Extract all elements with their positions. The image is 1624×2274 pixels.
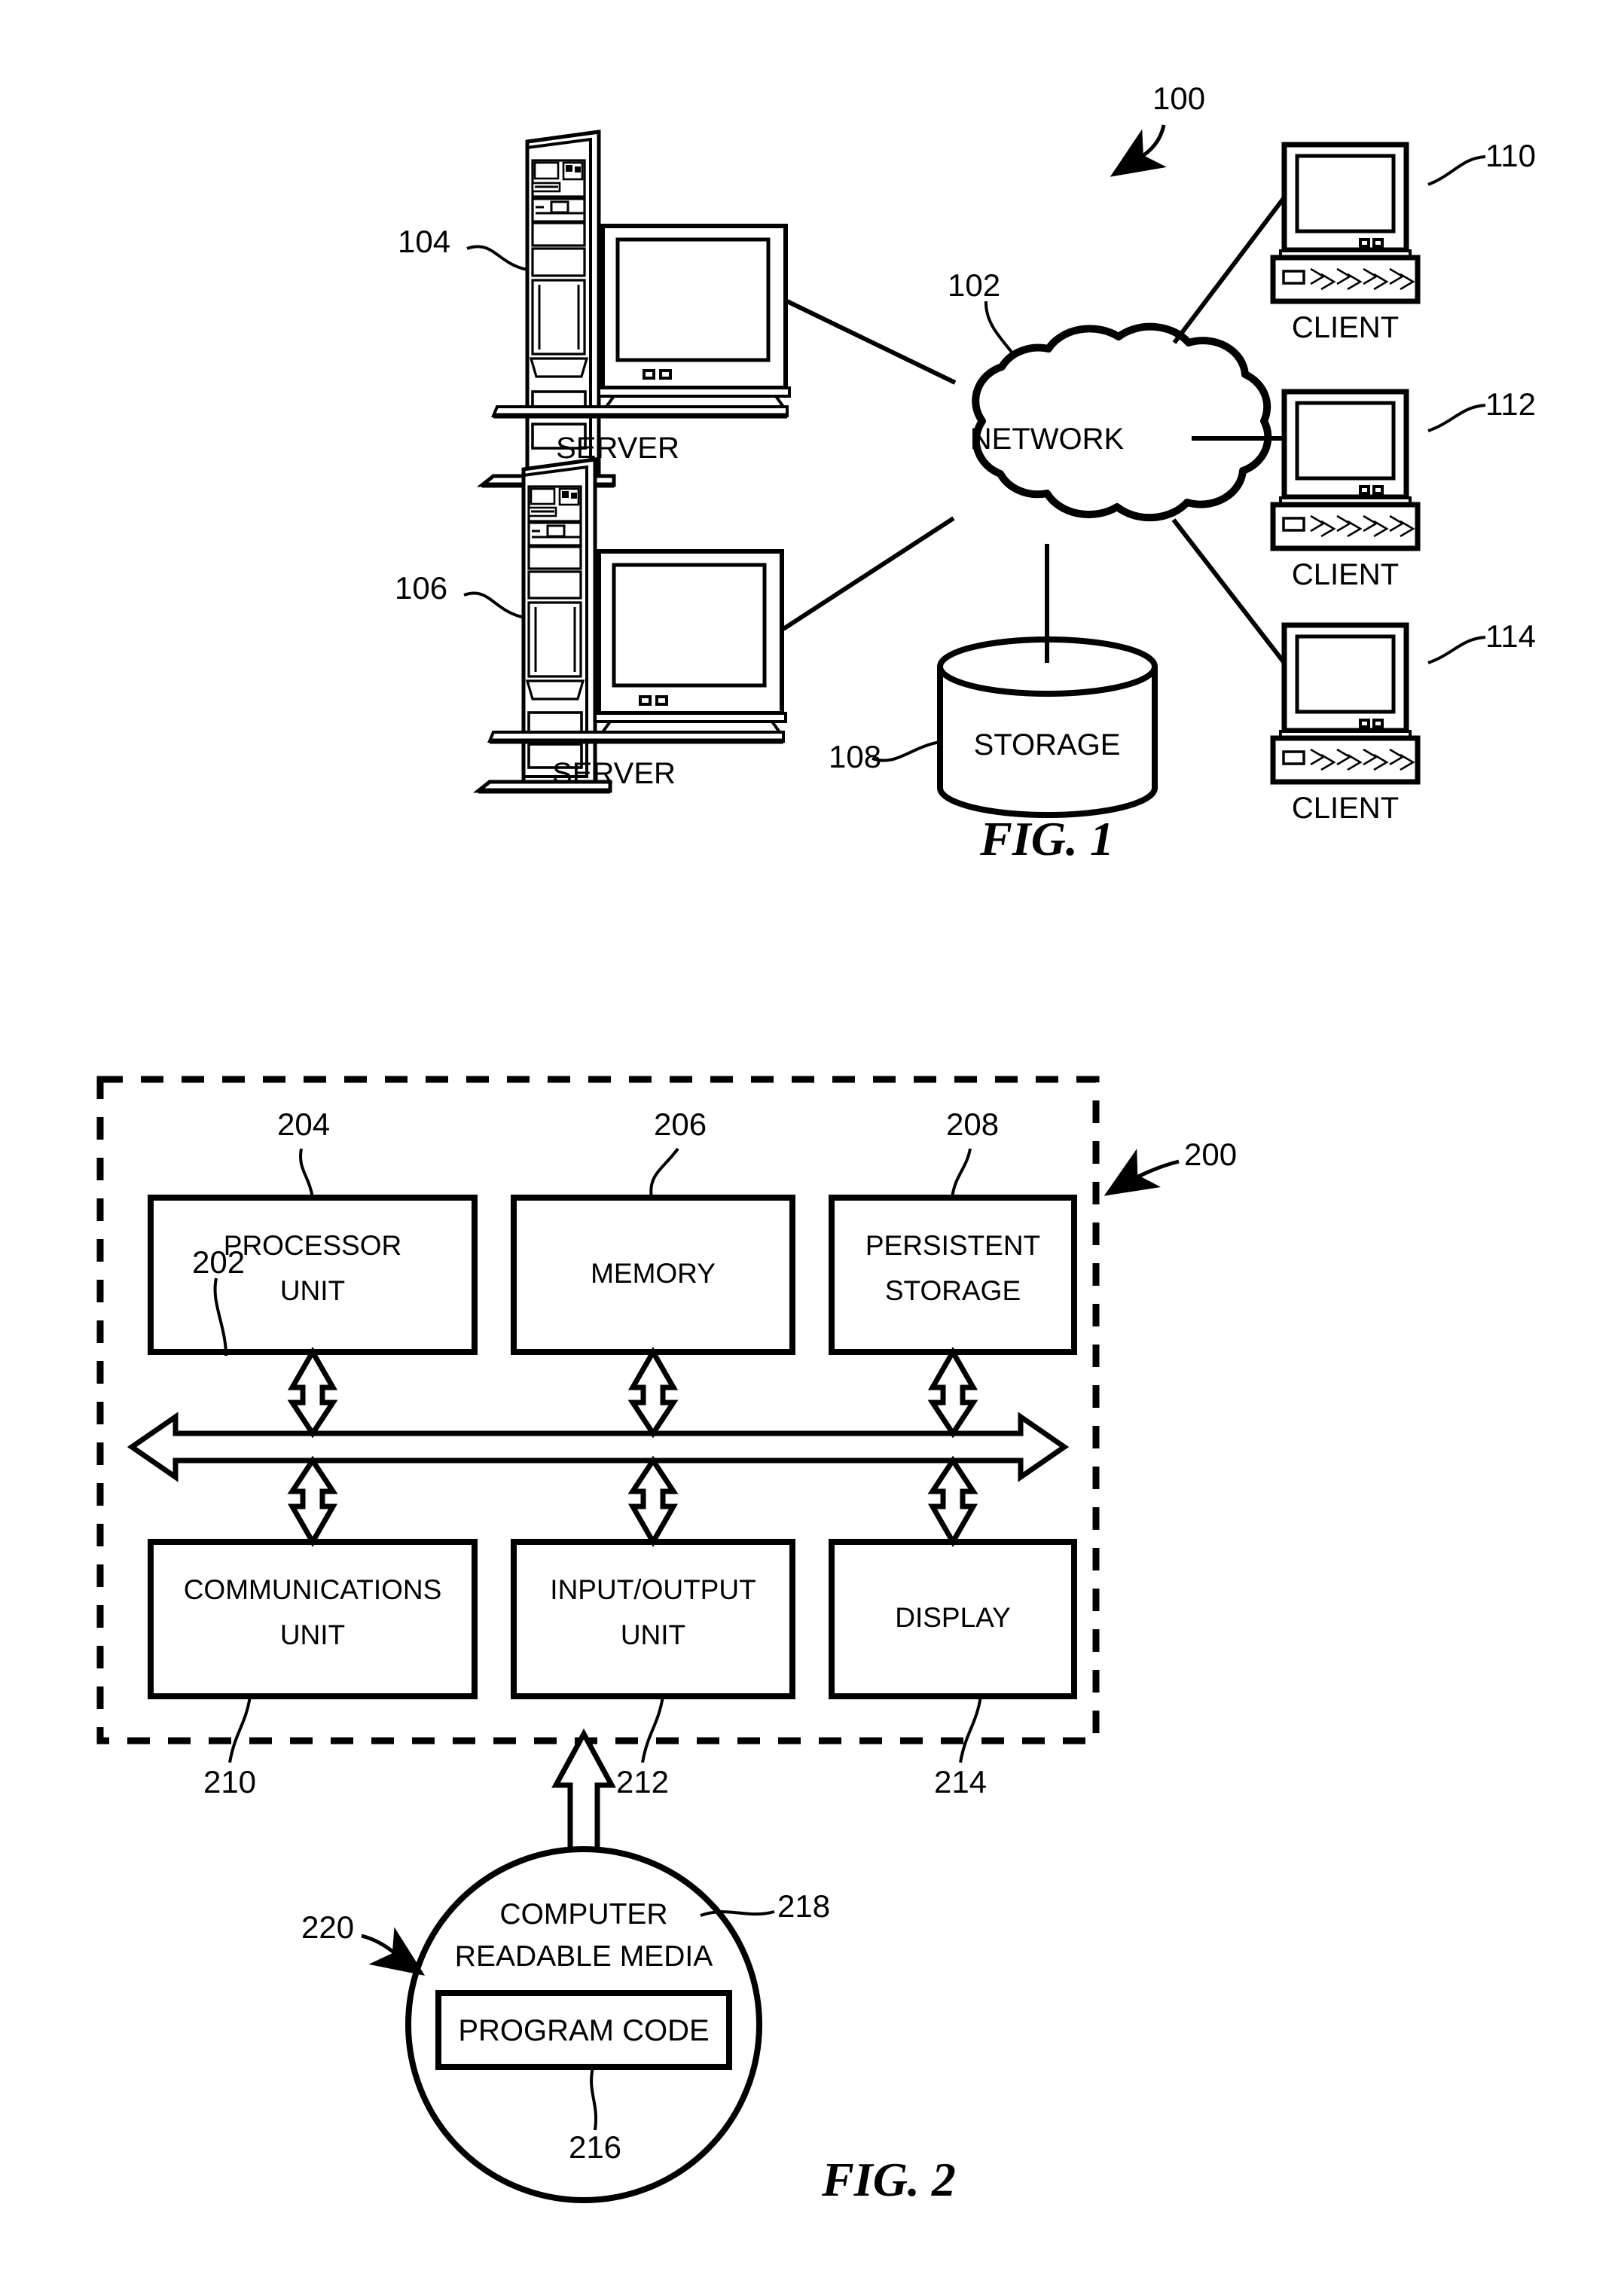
ref-106: 106 [395, 570, 448, 606]
ref-208: 208 [946, 1106, 1000, 1142]
processor-unit-label-line2: UNIT [279, 1275, 346, 1306]
memory-label: MEMORY [591, 1258, 716, 1289]
media-overall-callout [361, 1927, 426, 1976]
persistent-storage-label-line2: STORAGE [884, 1275, 1021, 1306]
input-output-unit-label-line1: INPUT/OUTPUT [550, 1574, 756, 1605]
figure-1-title: FIG. 1 [980, 812, 1114, 865]
server-104-label: SERVER [556, 432, 679, 465]
storage-label: STORAGE [973, 728, 1121, 762]
ref-110: 110 [1485, 138, 1536, 173]
ref-112: 112 [1485, 386, 1536, 422]
ref-100: 100 [1152, 81, 1206, 116]
client-114-label: CLIENT [1291, 792, 1400, 825]
ref-202: 202 [192, 1244, 246, 1280]
ref-214: 214 [933, 1764, 988, 1799]
communications-unit-label-line1: COMMUNICATIONS [183, 1574, 442, 1605]
client-112-graphic [1270, 389, 1421, 551]
ref-206: 206 [654, 1106, 707, 1142]
computer-readable-media-label-line1: COMPUTER [499, 1898, 668, 1931]
network-cloud-label: NETWORK [969, 423, 1125, 456]
program-code-transfer-arrow [551, 1728, 616, 1860]
patent-drawing-sheet: 104 SERVER 106 SERVER 102 NETWORK 108 ST… [0, 0, 1624, 2274]
ref-108: 108 [829, 739, 882, 774]
ref-102: 102 [948, 267, 1001, 303]
ref-204: 204 [277, 1106, 331, 1142]
server-106-label: SERVER [552, 757, 676, 790]
client-114-graphic [1270, 622, 1421, 785]
ref-210: 210 [203, 1764, 257, 1799]
client-110-graphic [1270, 142, 1421, 304]
ref-212: 212 [615, 1764, 670, 1799]
program-code-label: PROGRAM CODE [458, 2014, 710, 2047]
ref-200: 200 [1184, 1137, 1238, 1172]
ref-114: 114 [1485, 618, 1536, 654]
fig1-overall-callout [1110, 124, 1167, 177]
processor-unit-label-line1: PROCESSOR [223, 1230, 402, 1261]
ref-216: 216 [568, 2129, 622, 2165]
client-112-label: CLIENT [1291, 558, 1400, 591]
fig2-overall-callout [1104, 1149, 1180, 1196]
persistent-storage-label-line1: PERSISTENT [865, 1230, 1041, 1261]
client-110-label: CLIENT [1291, 311, 1400, 344]
storage-cylinder-graphic [937, 636, 1158, 818]
ref-218: 218 [777, 1888, 831, 1924]
ref-220: 220 [301, 1909, 355, 1945]
communications-unit-label-line2: UNIT [279, 1619, 346, 1650]
system-bus-arrow [127, 1412, 1070, 1482]
computer-readable-media-label-line2: READABLE MEDIA [454, 1940, 713, 1973]
figure-2-title: FIG. 2 [822, 2153, 956, 2206]
display-label: DISPLAY [895, 1602, 1011, 1633]
ref-104: 104 [398, 224, 451, 259]
input-output-unit-label-line2: UNIT [620, 1619, 686, 1650]
